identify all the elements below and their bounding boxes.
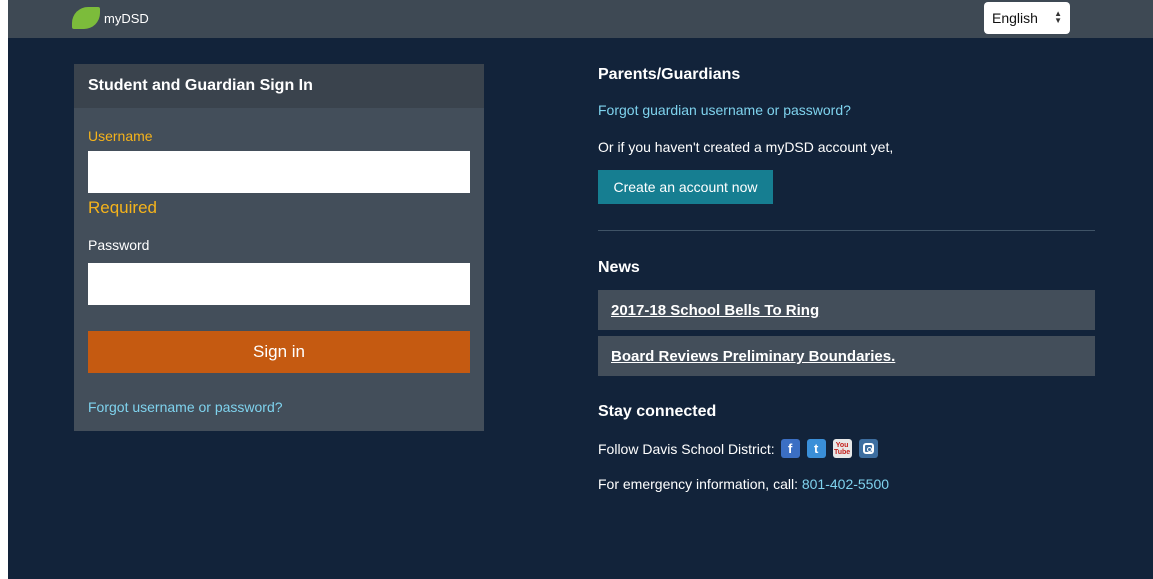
youtube-icon[interactable]: You Tube [832, 439, 852, 458]
signin-button[interactable]: Sign in [88, 331, 470, 373]
follow-row: Follow Davis School District: f t You Tub… [598, 439, 885, 458]
follow-text: Follow Davis School District: [598, 440, 775, 457]
social-links: f t You Tube [780, 439, 885, 458]
language-value: English [992, 10, 1038, 26]
leaf-logo-icon [72, 7, 100, 29]
instagram-icon[interactable] [858, 439, 878, 458]
password-input[interactable] [88, 263, 470, 305]
emergency-text: For emergency information, call: [598, 476, 798, 492]
app-container: myDSD English ▲ ▼ Student and Guardian Si… [8, 0, 1153, 579]
section-divider [598, 230, 1095, 231]
no-account-text: Or if you haven't created a myDSD accoun… [598, 139, 894, 155]
parents-heading: Parents/Guardians [598, 66, 741, 83]
stay-connected-heading: Stay connected [598, 403, 717, 420]
news-heading: News [598, 259, 640, 276]
password-label: Password [88, 237, 150, 253]
select-arrows-icon: ▲ ▼ [1054, 9, 1062, 25]
facebook-icon[interactable]: f [780, 439, 800, 458]
news-item[interactable]: Board Reviews Preliminary Boundaries. [598, 336, 1095, 376]
signin-title: Student and Guardian Sign In [74, 64, 484, 108]
twitter-icon[interactable]: t [806, 439, 826, 458]
forgot-guardian-link[interactable]: Forgot guardian username or password? [598, 102, 851, 118]
username-label: Username [88, 128, 153, 144]
create-account-button[interactable]: Create an account now [598, 170, 773, 204]
username-input[interactable] [88, 151, 470, 193]
logo[interactable]: myDSD [72, 7, 149, 29]
signin-panel: Student and Guardian Sign In Username Re… [74, 64, 484, 431]
emergency-phone-link[interactable]: 801-402-5500 [802, 476, 889, 492]
logo-text: myDSD [104, 10, 149, 26]
top-bar: myDSD English ▲ ▼ [8, 0, 1153, 38]
forgot-username-link[interactable]: Forgot username or password? [88, 399, 283, 415]
language-select[interactable]: English ▲ ▼ [984, 2, 1070, 34]
emergency-info: For emergency information, call: 801-402… [598, 476, 889, 492]
username-required-error: Required [88, 198, 157, 217]
news-item[interactable]: 2017-18 School Bells To Ring [598, 290, 1095, 330]
